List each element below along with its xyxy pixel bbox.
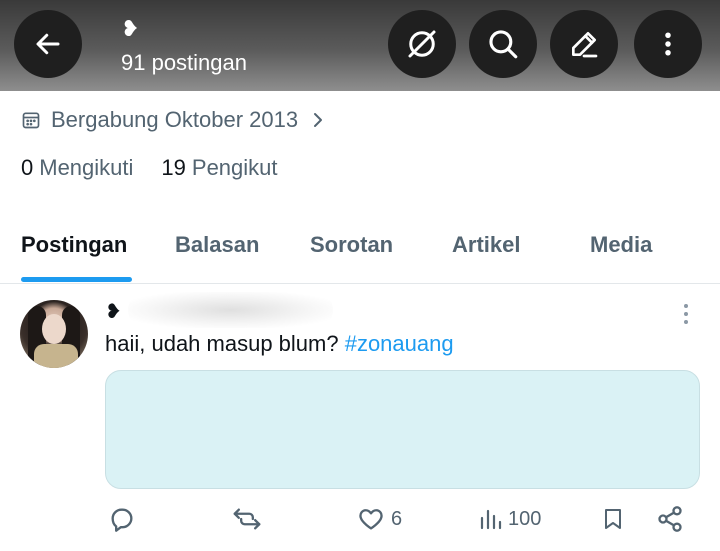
avatar[interactable] [20, 300, 88, 368]
post-body: haii, udah masup blum? [105, 331, 345, 356]
like-icon [359, 509, 383, 530]
profile-tabs: Postingan Balasan Sorotan Artikel Media [0, 228, 720, 284]
joined-label: Bergabung Oktober 2013 [51, 107, 299, 132]
search-icon [489, 30, 518, 59]
grok-button[interactable] [388, 10, 456, 78]
header-title: ❥ 91 postingan [121, 16, 247, 76]
profile-header: ❥ 91 postingan [0, 0, 720, 91]
followers-count: 19 [161, 155, 186, 180]
active-tab-indicator [21, 277, 132, 282]
post-count: 91 postingan [121, 50, 247, 75]
chevron-right-icon [314, 113, 323, 127]
blurred-username [128, 292, 333, 328]
tab-media[interactable]: Media [590, 232, 652, 258]
views-icon [480, 509, 502, 530]
share-icon [658, 506, 682, 532]
post-more-button[interactable] [676, 300, 696, 333]
more-vertical-icon [665, 32, 671, 56]
back-button[interactable] [14, 10, 82, 78]
following-count: 0 [21, 155, 34, 180]
post-author-name[interactable]: ❥ [105, 299, 122, 324]
follow-stats: 0 Mengikuti 19 Pengikut [21, 155, 306, 181]
compose-icon [572, 32, 598, 58]
search-button[interactable] [469, 10, 537, 78]
tab-balasan[interactable]: Balasan [175, 232, 259, 258]
reply-icon [111, 508, 133, 532]
calendar-icon [22, 112, 40, 129]
repost-icon [233, 508, 261, 530]
header-name: ❥ [121, 16, 140, 41]
tab-artikel[interactable]: Artikel [452, 232, 520, 258]
post-text: haii, udah masup blum? #zonauang [105, 331, 454, 357]
grok-icon [408, 30, 436, 58]
views-button[interactable]: 100 [478, 505, 541, 533]
edit-profile-button[interactable] [550, 10, 618, 78]
view-count: 100 [508, 507, 542, 530]
post-actions: 6 100 [0, 505, 720, 541]
like-button[interactable]: 6 [357, 505, 402, 533]
reply-button[interactable] [108, 505, 136, 533]
back-arrow-icon [36, 33, 60, 55]
followers-link[interactable]: 19 Pengikut [161, 155, 277, 181]
bookmark-icon [605, 509, 621, 529]
following-link[interactable]: 0 Mengikuti [21, 155, 133, 181]
post-media[interactable] [105, 370, 700, 489]
followers-label: Pengikut [191, 155, 278, 180]
joined-date-row[interactable]: Bergabung Oktober 2013 [21, 106, 336, 134]
following-label: Mengikuti [39, 155, 134, 180]
more-options-button[interactable] [634, 10, 702, 78]
share-button[interactable] [656, 505, 684, 533]
like-count: 6 [391, 507, 403, 530]
hashtag-link[interactable]: #zonauang [345, 331, 454, 356]
more-vertical-icon [684, 304, 688, 324]
tab-sorotan[interactable]: Sorotan [310, 232, 393, 258]
bookmark-button[interactable] [601, 505, 625, 533]
tab-postingan[interactable]: Postingan [21, 232, 127, 258]
repost-button[interactable] [231, 505, 263, 533]
